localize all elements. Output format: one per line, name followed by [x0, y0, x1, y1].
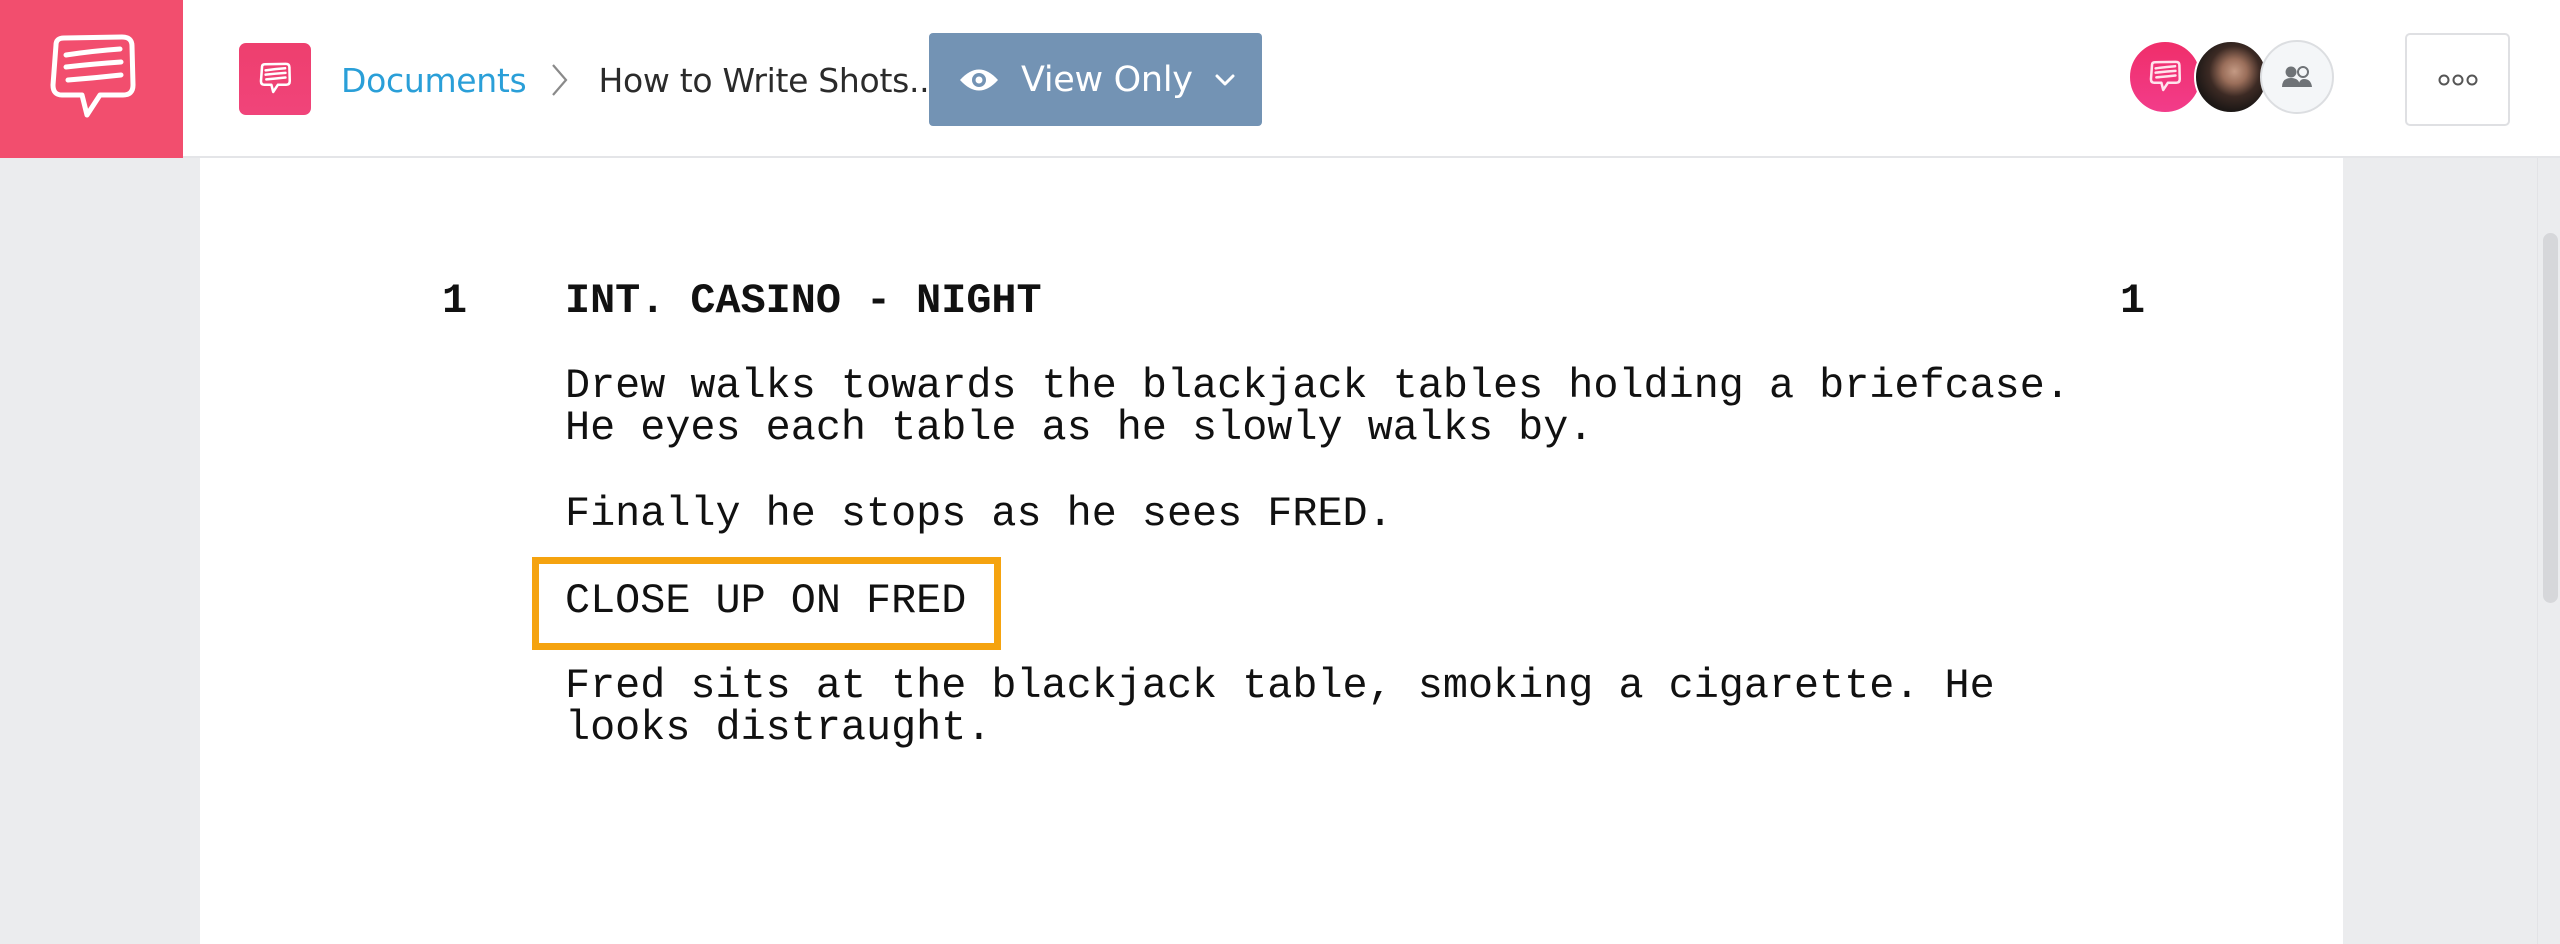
breadcrumb-documents-link[interactable]: Documents — [341, 61, 527, 100]
script-page: 1 INT. CASINO - NIGHT 1 Drew walks towar… — [200, 158, 2343, 944]
speech-bubble-lines-icon — [259, 62, 292, 94]
chevron-right-icon — [540, 60, 580, 100]
breadcrumb: Documents How to Write Shots.. — [341, 54, 930, 106]
scene-number-right: 1 — [2120, 277, 2146, 325]
action-line: looks distraught. — [565, 704, 992, 752]
speech-bubble-lines-icon — [50, 34, 135, 118]
collaborators-button[interactable] — [2260, 40, 2334, 114]
speech-bubble-lines-icon — [2149, 60, 2182, 92]
user-avatar-photo[interactable] — [2194, 40, 2268, 114]
shot-line: CLOSE UP ON FRED — [565, 577, 967, 625]
action-line: Finally he stops as he sees FRED. — [565, 490, 1393, 538]
view-mode-label: View Only — [1021, 59, 1193, 100]
scrollbar-thumb[interactable] — [2543, 233, 2558, 603]
action-line: He eyes each table as he slowly walks by… — [565, 404, 1594, 452]
app-logo[interactable] — [0, 0, 183, 158]
more-options-button[interactable] — [2405, 33, 2510, 126]
more-options-icon — [2438, 74, 2477, 85]
action-line: Drew walks towards the blackjack tables … — [565, 362, 2070, 410]
eye-icon — [960, 69, 998, 90]
scene-number-left: 1 — [442, 277, 468, 325]
document-type-icon — [239, 43, 311, 115]
chevron-down-icon — [1215, 74, 1235, 86]
top-header: Documents How to Write Shots.. View Only — [0, 0, 2560, 158]
action-line: Fred sits at the blackjack table, smokin… — [565, 662, 1995, 710]
users-icon — [2282, 66, 2312, 87]
view-mode-dropdown[interactable]: View Only — [929, 33, 1262, 126]
screenplay: 1 INT. CASINO - NIGHT 1 Drew walks towar… — [200, 158, 2343, 944]
scene-heading: INT. CASINO - NIGHT — [565, 277, 1042, 325]
document-title: How to Write Shots.. — [598, 60, 930, 100]
app-avatar[interactable] — [2128, 40, 2202, 114]
